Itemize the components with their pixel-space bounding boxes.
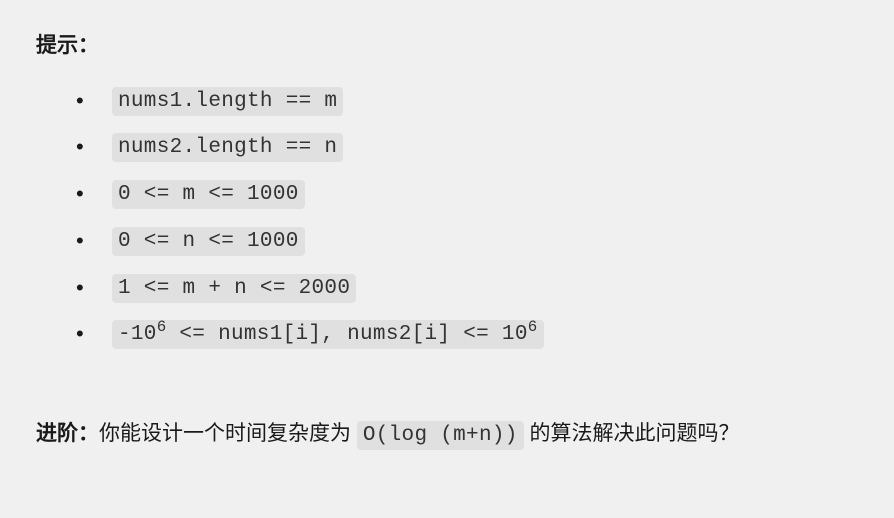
constraint-code: 0 <= n <= 1000 [112,227,305,256]
constraint-part: -10 [118,323,157,346]
constraint-code: -106 <= nums1[i], nums2[i] <= 106 [112,320,544,349]
followup-section: 进阶：你能设计一个时间复杂度为 O(log (m+n)) 的算法解决此问题吗？ [36,414,858,456]
constraint-code: nums2.length == n [112,133,343,162]
list-item: nums2.length == n [76,128,858,167]
constraint-code: 1 <= m + n <= 2000 [112,274,356,303]
followup-label: 进阶： [36,422,99,445]
list-item: 0 <= m <= 1000 [76,175,858,214]
followup-code: O(log (m+n)) [357,421,524,450]
constraints-list: nums1.length == m nums2.length == n 0 <=… [76,82,858,355]
constraint-code: nums1.length == m [112,87,343,116]
list-item: 1 <= m + n <= 2000 [76,269,858,308]
followup-text-after: 的算法解决此问题吗？ [524,422,740,445]
hints-title: 提示： [36,28,858,64]
followup-text-before: 你能设计一个时间复杂度为 [99,422,357,445]
list-item: nums1.length == m [76,82,858,121]
constraint-sup: 6 [528,318,538,336]
constraint-code: 0 <= m <= 1000 [112,180,305,209]
list-item: -106 <= nums1[i], nums2[i] <= 106 [76,315,858,354]
list-item: 0 <= n <= 1000 [76,222,858,261]
constraint-part: <= nums1[i], nums2[i] <= 10 [166,323,527,346]
